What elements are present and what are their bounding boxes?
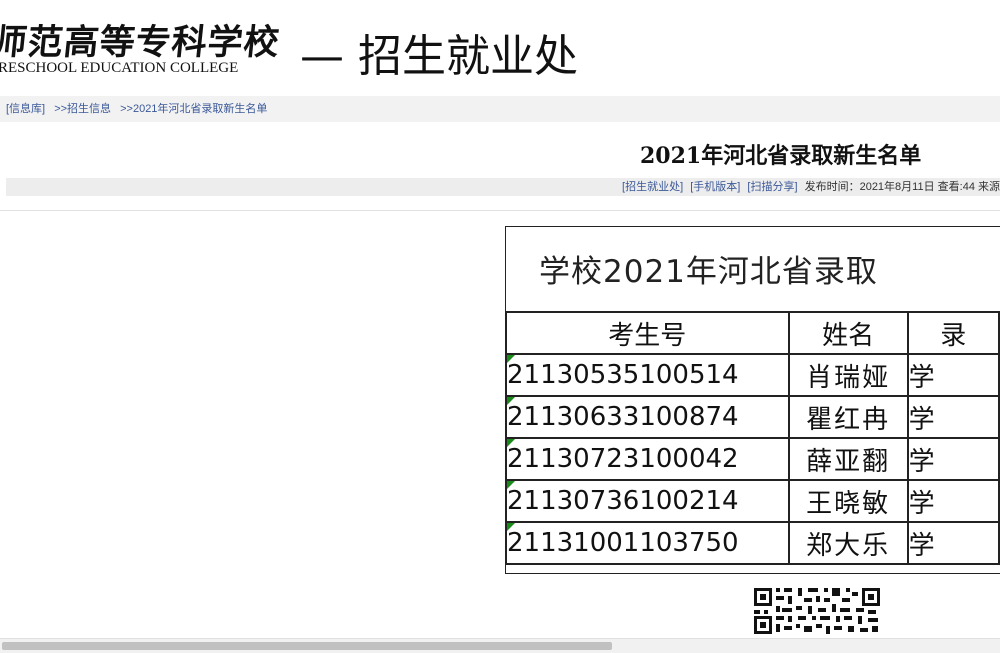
major-cell: 学	[906, 353, 1000, 397]
column-header-major: 录	[906, 311, 1000, 355]
major-cell: 学	[906, 437, 1000, 481]
student-name-cell: 郑大乐	[787, 521, 909, 565]
major-cell: 学	[906, 521, 1000, 565]
school-name: 师范高等专科学校	[0, 22, 282, 63]
table-row: 21130633100874 瞿红冉 学	[505, 395, 1000, 439]
article-meta: [招生就业处] [手机版本] [扫描分享] 发布时间：2021年8月11日 查看…	[6, 178, 1000, 196]
major-cell: 学	[906, 479, 1000, 523]
article-title: 2021年河北省录取新生名单	[640, 143, 922, 169]
horizontal-scrollbar[interactable]	[0, 638, 1000, 653]
department-title: — 招生就业处	[300, 31, 578, 82]
table-row: 21130535100514 肖瑞娅 学	[505, 353, 1000, 397]
student-name-cell: 瞿红冉	[787, 395, 909, 439]
exam-id-cell: 21130723100042	[505, 437, 790, 481]
exam-id-cell: 21130535100514	[505, 353, 790, 397]
student-name-cell: 王晓敏	[787, 479, 909, 523]
table-row: 21131001103750 郑大乐 学	[505, 521, 1000, 565]
exam-id-cell: 21131001103750	[505, 521, 790, 565]
meta-link-mobile[interactable]: [手机版本]	[690, 181, 740, 193]
table-header-row: 考生号 姓名 录	[505, 311, 1000, 355]
breadcrumb-item-current[interactable]: >>2021年河北省录取新生名单	[120, 103, 267, 115]
site-header: 师范高等专科学校 RESCHOOL EDUCATION COLLEGE — 招生…	[0, 0, 1000, 92]
student-name-cell: 薛亚翻	[787, 437, 909, 481]
student-name-cell: 肖瑞娅	[787, 353, 909, 397]
meta-publish-info: 发布时间：2021年8月11日 查看:44 来源	[804, 181, 1000, 193]
table-row: 21130723100042 薛亚翻 学	[505, 437, 1000, 481]
content-divider	[0, 210, 1000, 211]
school-name-en: RESCHOOL EDUCATION COLLEGE	[0, 60, 239, 76]
column-header-exam-id: 考生号	[505, 311, 790, 355]
column-header-name: 姓名	[787, 311, 909, 355]
scrollbar-thumb[interactable]	[2, 642, 612, 650]
breadcrumb: [信息库] >>招生信息 >>2021年河北省录取新生名单	[0, 96, 1000, 122]
exam-id-cell: 21130633100874	[505, 395, 790, 439]
admission-table: 考生号 姓名 录 21130535100514 肖瑞娅 学 2113063310…	[505, 311, 1000, 565]
table-row: 21130736100214 王晓敏 学	[505, 479, 1000, 523]
sheet-title: 学校2021年河北省录取	[539, 254, 878, 290]
exam-id-cell: 21130736100214	[505, 479, 790, 523]
meta-link-share[interactable]: [扫描分享]	[747, 181, 797, 193]
qr-code-icon	[752, 586, 882, 636]
admission-list-image: 学校2021年河北省录取 考生号 姓名 录 21130535100514 肖瑞娅…	[505, 226, 1000, 576]
meta-link-department[interactable]: [招生就业处]	[622, 181, 683, 193]
breadcrumb-item-info-library[interactable]: [信息库]	[6, 103, 45, 115]
breadcrumb-item-admissions[interactable]: >>招生信息	[54, 103, 111, 115]
major-cell: 学	[906, 395, 1000, 439]
